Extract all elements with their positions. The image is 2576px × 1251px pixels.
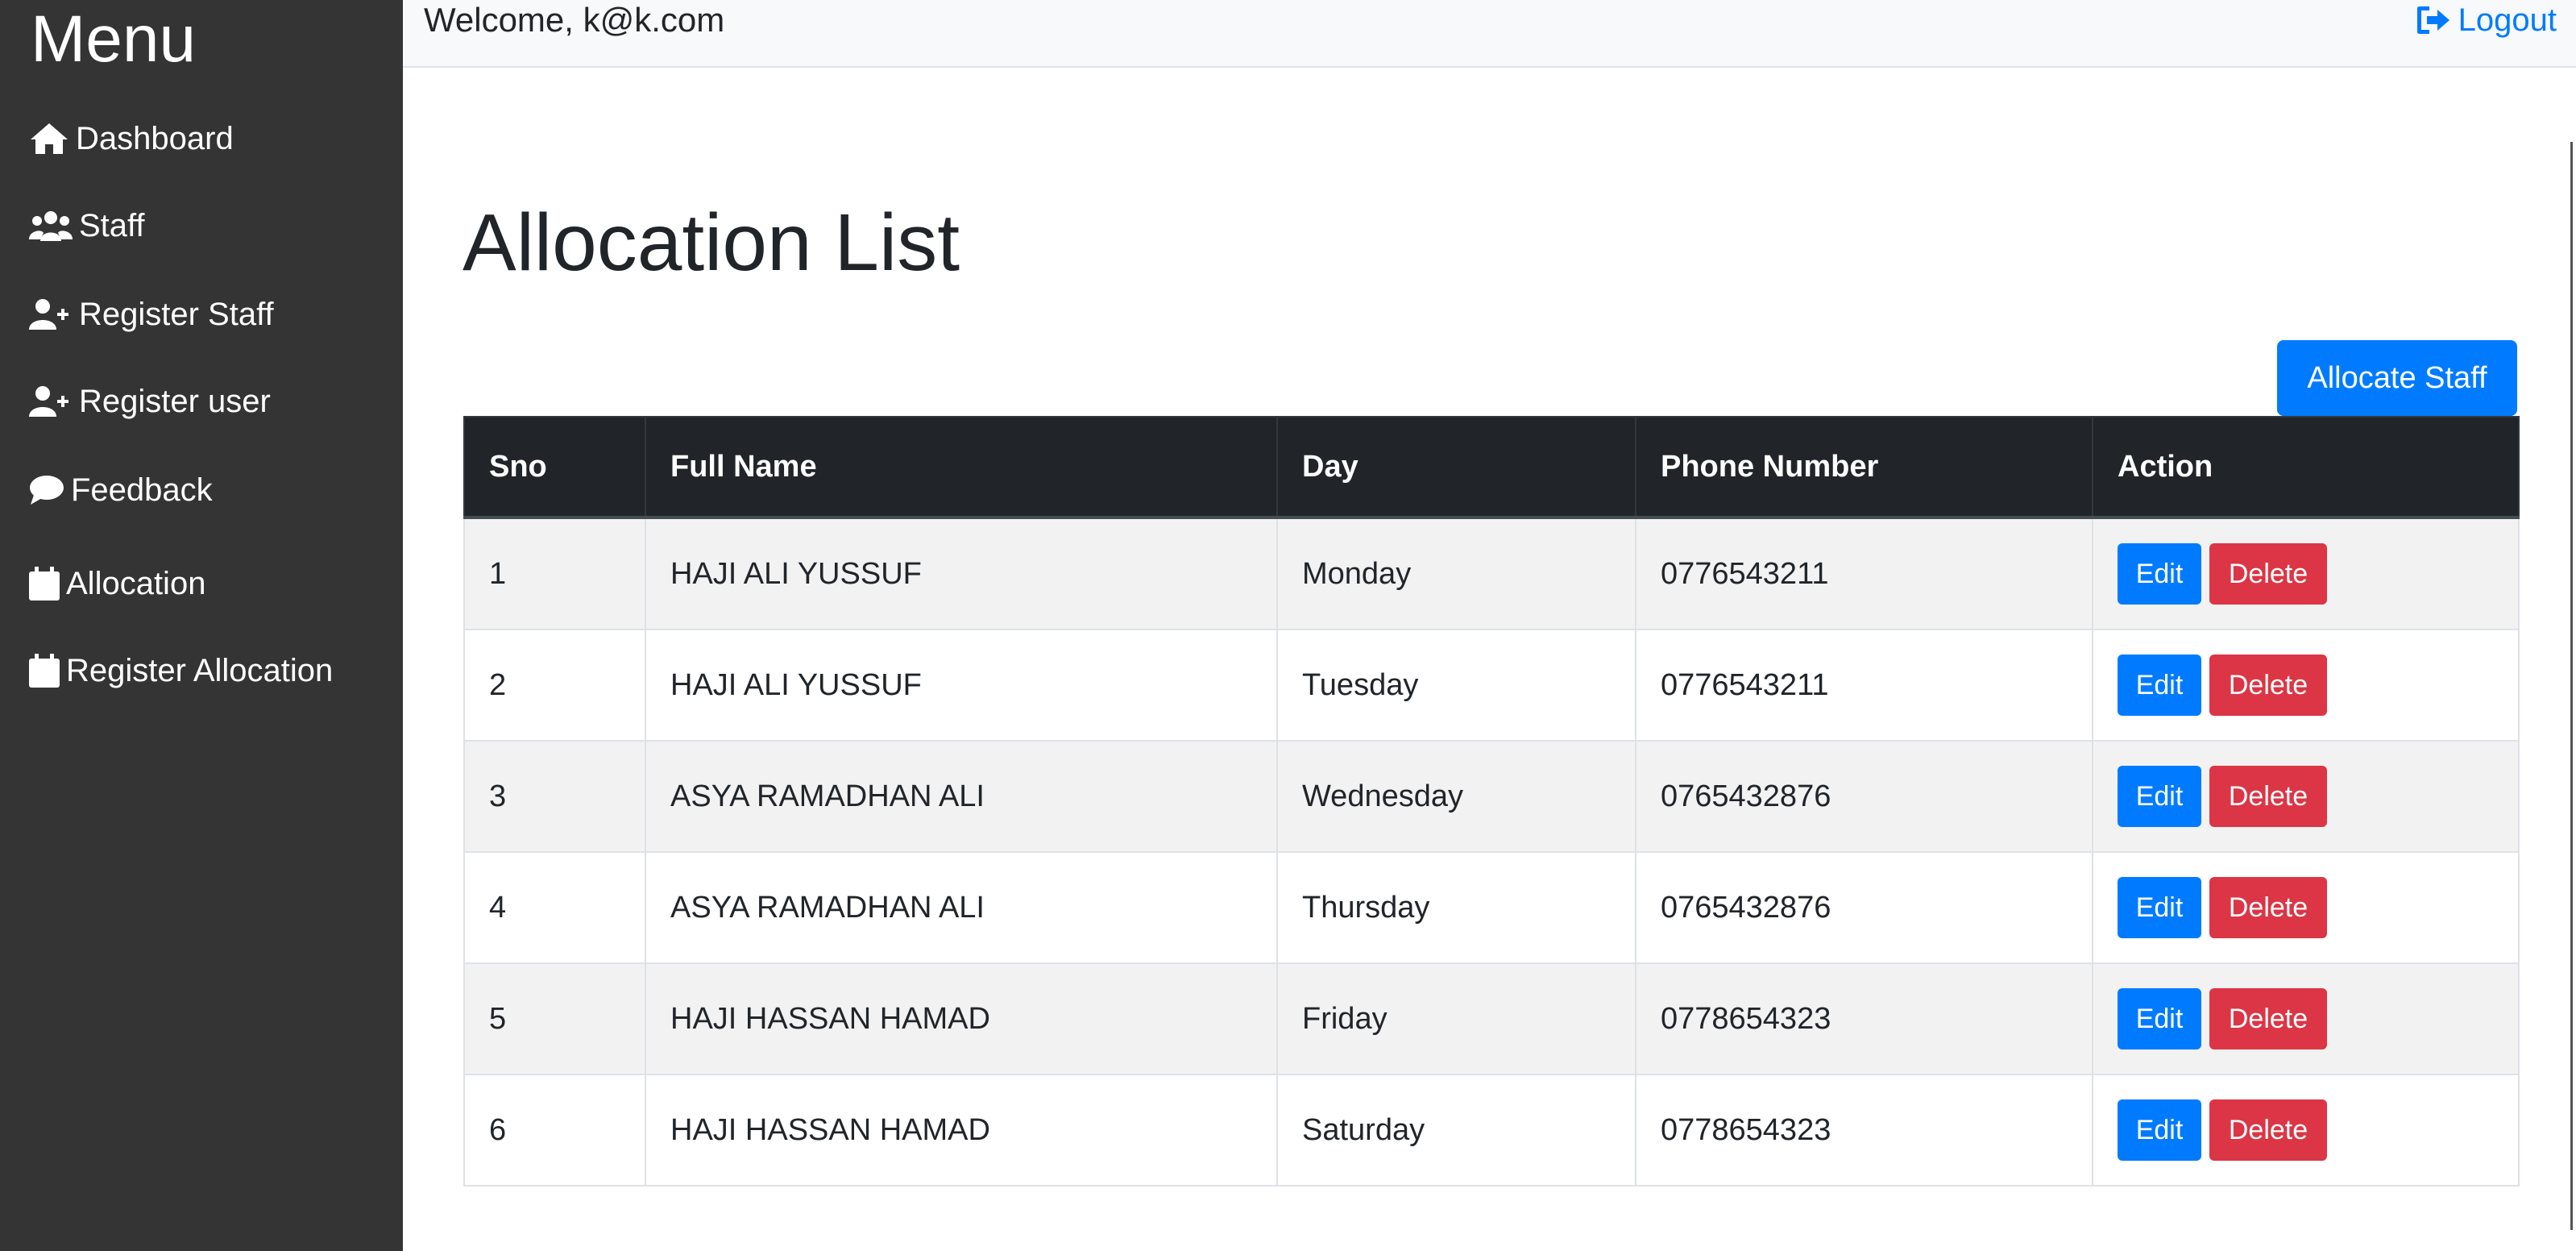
cell-phone: 0765432876 [1635, 740, 2093, 853]
column-header-action: Action [2092, 416, 2520, 519]
cell-day: Monday [1276, 517, 1636, 630]
table-row: 5 HAJI HASSAN HAMAD Friday 0778654323 Ed… [463, 962, 2520, 1075]
cell-sno: 4 [463, 851, 646, 964]
cell-sno: 3 [463, 740, 646, 853]
page-title: Allocation List [463, 197, 960, 288]
user-plus-icon [29, 384, 73, 418]
cell-phone: 0765432876 [1635, 851, 2093, 964]
cell-day: Friday [1276, 962, 1636, 1075]
table-row: 1 HAJI ALI YUSSUF Monday 0776543211 Edit… [463, 517, 2520, 630]
sidebar-item-register-allocation[interactable]: Register Allocation [29, 638, 333, 703]
logout-label: Logout [2458, 2, 2557, 38]
delete-button[interactable]: Delete [2209, 655, 2327, 716]
sidebar-item-dashboard[interactable]: Dashboard [29, 106, 234, 171]
allocate-staff-button[interactable]: Allocate Staff [2277, 340, 2517, 416]
cell-action: Edit Delete [2092, 851, 2520, 964]
sidebar-item-label: Register user [79, 383, 271, 419]
cell-full-name: ASYA RAMADHAN ALI [645, 740, 1278, 853]
sidebar-item-register-user[interactable]: Register user [29, 369, 271, 434]
edit-button[interactable]: Edit [2118, 988, 2201, 1049]
edit-button[interactable]: Edit [2118, 766, 2201, 827]
column-header-phone: Phone Number [1635, 416, 2093, 519]
cell-day: Tuesday [1276, 629, 1636, 742]
cell-full-name: HAJI HASSAN HAMAD [645, 962, 1278, 1075]
delete-button[interactable]: Delete [2209, 877, 2327, 938]
sidebar-item-label: Staff [79, 207, 145, 243]
sidebar-item-allocation[interactable]: Allocation [29, 551, 205, 616]
sidebar-item-register-staff[interactable]: Register Staff [29, 282, 274, 347]
column-header-full-name: Full Name [645, 416, 1278, 519]
welcome-text: Welcome, k@k.com [424, 1, 725, 39]
cell-phone: 0778654323 [1635, 1074, 2093, 1187]
allocation-table: Sno Full Name Day Phone Number Action 1 … [463, 416, 2520, 1187]
sidebar-item-label: Dashboard [76, 120, 234, 156]
table-row: 3 ASYA RAMADHAN ALI Wednesday 0765432876… [463, 740, 2520, 853]
cell-sno: 2 [463, 629, 646, 742]
sidebar-item-label: Allocation [66, 565, 206, 601]
cell-phone: 0776543211 [1635, 629, 2093, 742]
column-header-sno: Sno [463, 416, 646, 519]
delete-button[interactable]: Delete [2209, 543, 2327, 605]
edit-button[interactable]: Edit [2118, 543, 2201, 605]
delete-button[interactable]: Delete [2209, 1099, 2327, 1161]
cell-full-name: HAJI ALI YUSSUF [645, 517, 1278, 630]
table-row: 2 HAJI ALI YUSSUF Tuesday 0776543211 Edi… [463, 629, 2520, 742]
calendar-icon [29, 567, 60, 601]
sidebar-item-staff[interactable]: Staff [29, 193, 145, 258]
cell-phone: 0778654323 [1635, 962, 2093, 1075]
edit-button[interactable]: Edit [2118, 877, 2201, 938]
edit-button[interactable]: Edit [2118, 1099, 2201, 1161]
sidebar-item-label: Feedback [71, 472, 213, 508]
cell-action: Edit Delete [2092, 629, 2520, 742]
cell-action: Edit Delete [2092, 517, 2520, 630]
logout-link[interactable]: Logout [2416, 0, 2557, 40]
column-header-day: Day [1276, 416, 1636, 519]
comment-icon [29, 474, 64, 506]
cell-day: Thursday [1276, 851, 1636, 964]
table-row: 4 ASYA RAMADHAN ALI Thursday 0765432876 … [463, 851, 2520, 964]
table-header-row: Sno Full Name Day Phone Number Action [463, 416, 2520, 519]
sidebar-item-feedback[interactable]: Feedback [29, 458, 213, 522]
table-row: 6 HAJI HASSAN HAMAD Saturday 0778654323 … [463, 1074, 2520, 1187]
users-icon [29, 209, 73, 243]
sidebar: Menu Dashboard Staff Register Staff Regi… [0, 0, 403, 1251]
cell-sno: 5 [463, 962, 646, 1075]
cell-sno: 1 [463, 517, 646, 630]
sidebar-title: Menu [31, 2, 197, 76]
cell-phone: 0776543211 [1635, 517, 2093, 630]
top-navbar: Welcome, k@k.com Logout [403, 0, 2576, 68]
cell-sno: 6 [463, 1074, 646, 1187]
home-icon [29, 122, 69, 156]
sign-out-icon [2416, 5, 2458, 35]
user-plus-icon [29, 297, 73, 331]
page-scrollbar[interactable] [2570, 142, 2573, 1230]
edit-button[interactable]: Edit [2118, 655, 2201, 716]
delete-button[interactable]: Delete [2209, 766, 2327, 827]
cell-full-name: HAJI ALI YUSSUF [645, 629, 1278, 742]
cell-action: Edit Delete [2092, 740, 2520, 853]
sidebar-item-label: Register Staff [79, 296, 274, 332]
cell-full-name: HAJI HASSAN HAMAD [645, 1074, 1278, 1187]
cell-action: Edit Delete [2092, 962, 2520, 1075]
sidebar-item-label: Register Allocation [66, 652, 334, 688]
calendar-icon [29, 654, 60, 688]
cell-day: Saturday [1276, 1074, 1636, 1187]
cell-action: Edit Delete [2092, 1074, 2520, 1187]
delete-button[interactable]: Delete [2209, 988, 2327, 1049]
cell-full-name: ASYA RAMADHAN ALI [645, 851, 1278, 964]
cell-day: Wednesday [1276, 740, 1636, 853]
